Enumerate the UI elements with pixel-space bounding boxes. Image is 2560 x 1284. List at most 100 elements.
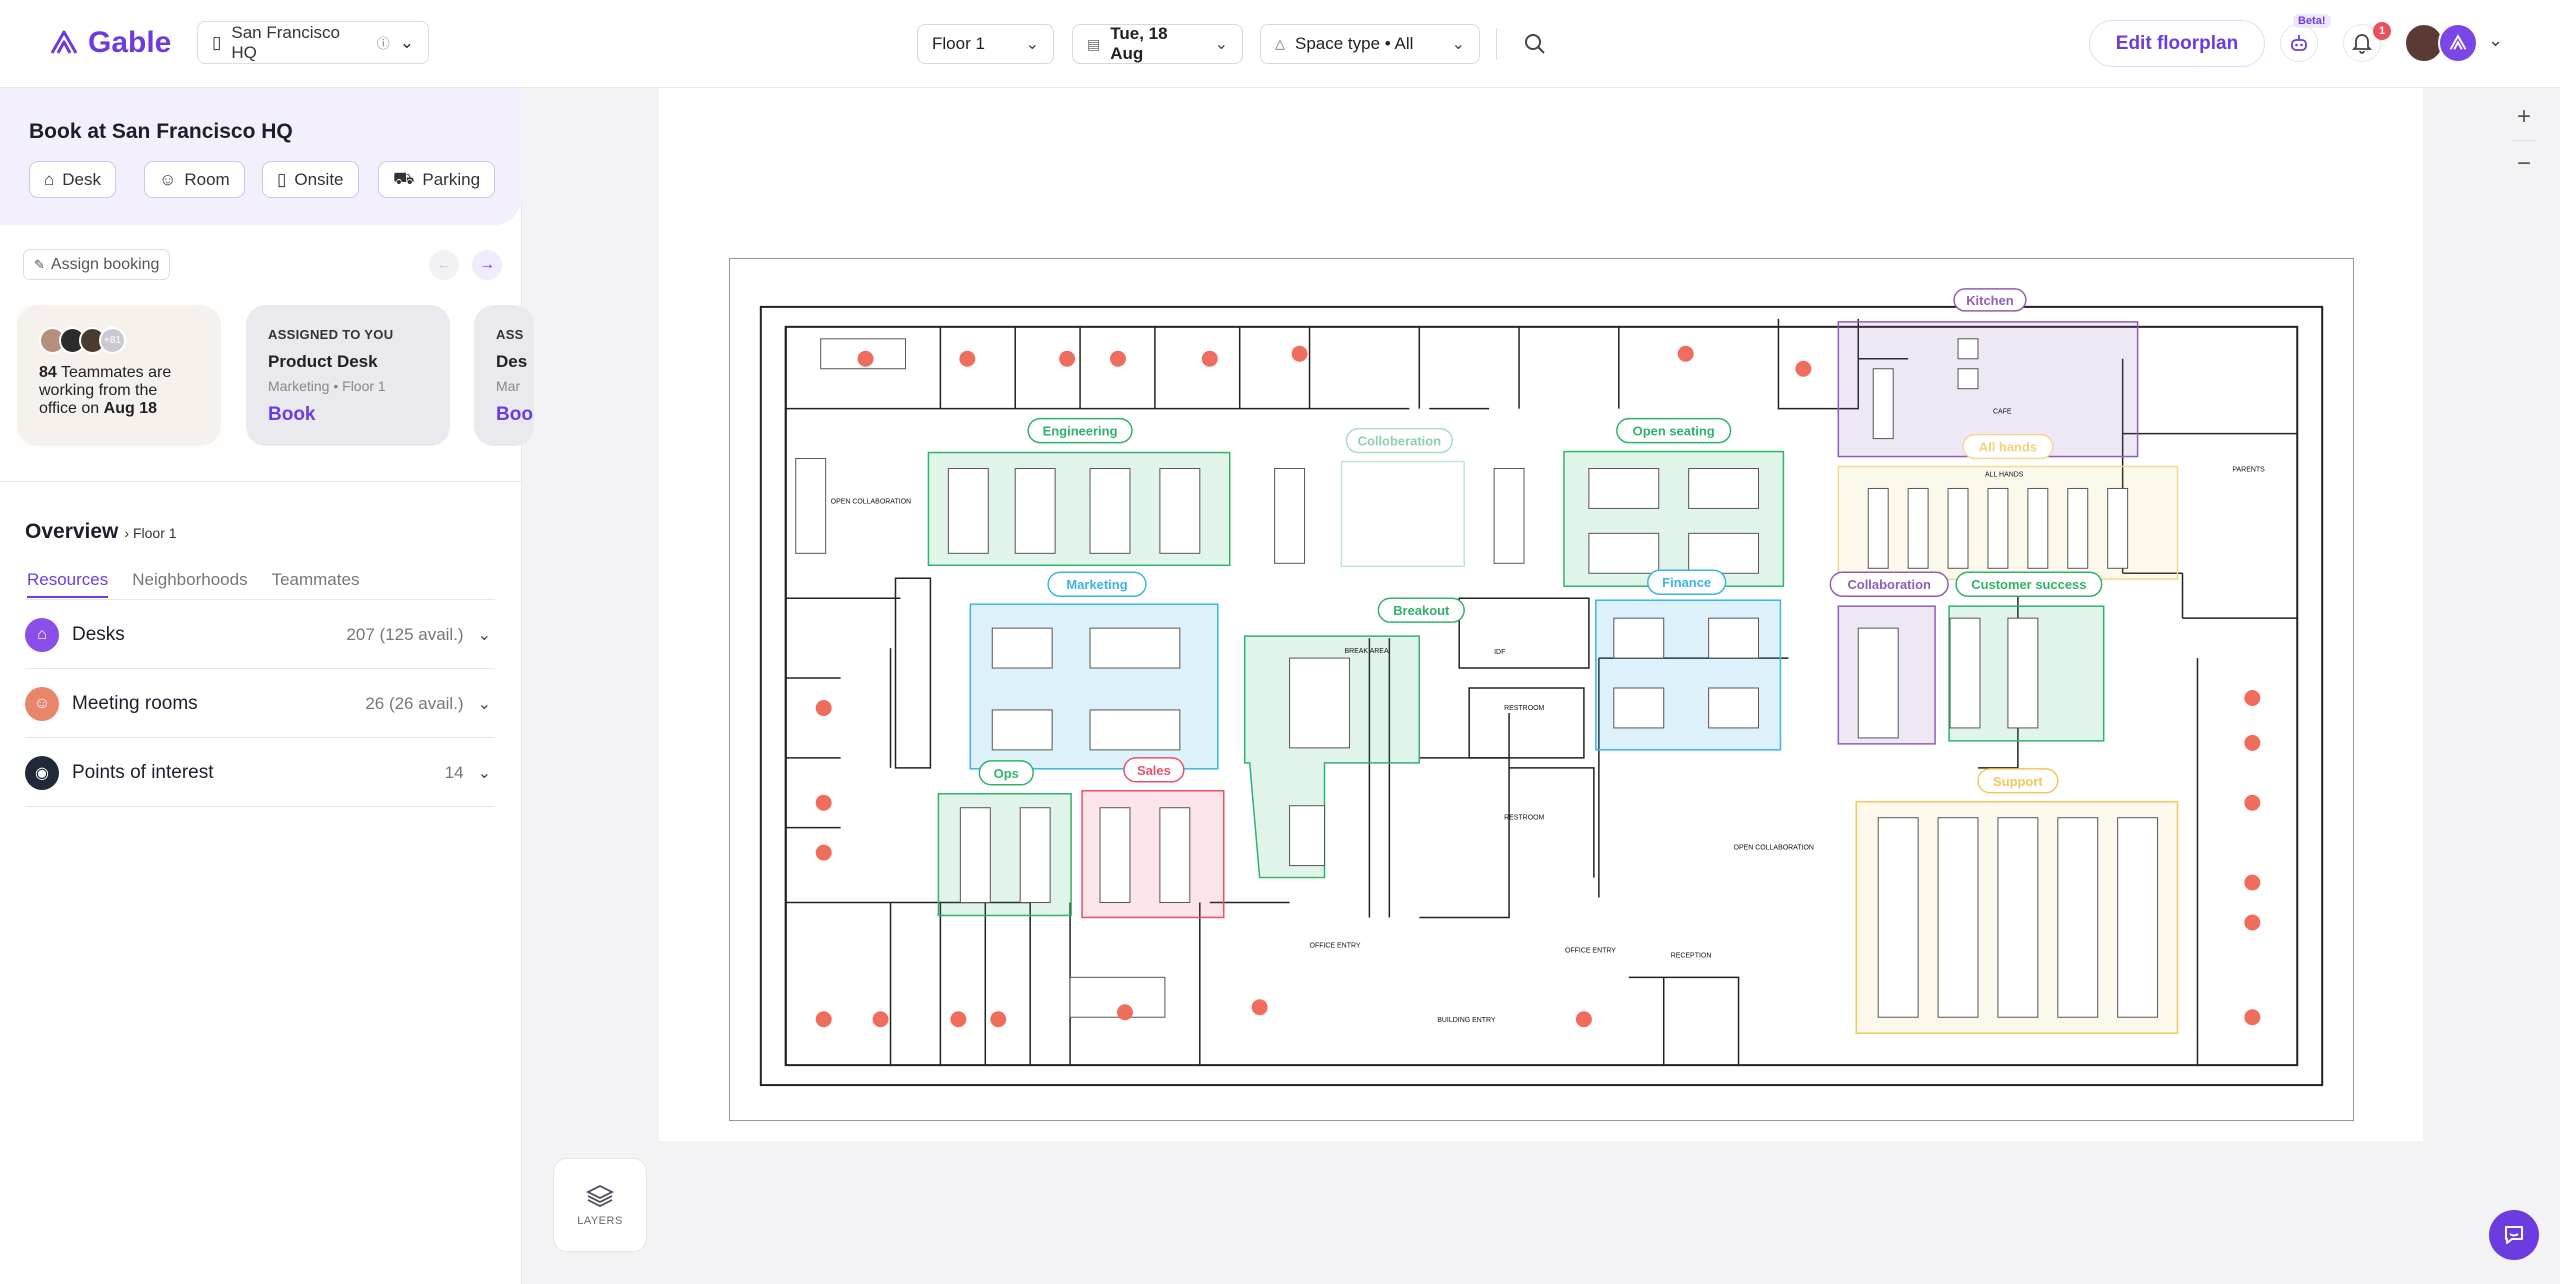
zone-label-sales[interactable]: Sales	[1137, 763, 1171, 778]
book-room-button[interactable]: ☺ Room	[144, 161, 245, 198]
resource-count: 14	[444, 762, 464, 782]
resource-name: Meeting rooms	[72, 692, 198, 714]
zone-collaboration-top[interactable]	[1340, 460, 1465, 568]
zone-label-ops[interactable]: Ops	[994, 766, 1019, 781]
overview-tabs: Resources Neighborhoods Teammates	[27, 570, 359, 598]
label-open-collaboration: OPEN COLLABORATION	[831, 498, 911, 505]
zone-label-customer-success[interactable]: Customer success	[1971, 577, 2086, 592]
gable-logo[interactable]: Gable	[48, 26, 171, 60]
poi-icon: ◉	[25, 755, 59, 790]
edit-floorplan-button[interactable]: Edit floorplan	[2089, 20, 2265, 67]
top-bar: Gable ▯ San Francisco HQ ⓘ ⌄ Floor 1 ⌄ ▤…	[0, 0, 2560, 88]
book-link[interactable]: Boo	[496, 404, 533, 426]
zone-label-support[interactable]: Support	[1993, 774, 2043, 789]
org-logo-icon	[2449, 34, 2467, 50]
label-restroom-2: RESTROOM	[1504, 815, 1544, 822]
book-desk-button[interactable]: ⌂ Desk	[29, 161, 117, 198]
chevron-down-icon: ⌄	[1451, 36, 1465, 53]
zone-label-kitchen[interactable]: Kitchen	[1966, 293, 2014, 308]
info-icon: ⓘ	[376, 36, 390, 51]
divider	[1496, 28, 1497, 60]
chevron-down-icon: ⌄	[477, 626, 491, 644]
assigned-label: ASSIGNED TO YOU	[268, 327, 394, 342]
chair-icon: ⌂	[44, 169, 55, 189]
assigned-card-partial[interactable]: ASS Des Mar Boo	[474, 305, 534, 446]
resource-count: 207 (125 avail.)	[346, 624, 464, 644]
book-parking-button[interactable]: ⛟ Parking	[378, 161, 496, 198]
gable-logo-icon	[50, 30, 78, 54]
bell-icon	[2352, 34, 2372, 54]
book-room-label: Room	[184, 169, 230, 189]
resource-row-meeting-rooms[interactable]: ☺ Meeting rooms 26 (26 avail.) ⌄	[25, 670, 495, 738]
tab-teammates[interactable]: Teammates	[272, 570, 360, 598]
book-desk-link[interactable]: Book	[268, 404, 428, 426]
assigned-desk-card[interactable]: ASSIGNED TO YOU Product Desk Marketing •…	[246, 305, 450, 446]
room-icon: ☺	[159, 169, 177, 189]
book-title: Book at San Francisco HQ	[29, 120, 293, 143]
desk-subtitle: Mar	[496, 378, 521, 394]
label-idf: IDF	[1494, 649, 1505, 656]
zoom-out-button[interactable]: −	[2517, 150, 2531, 178]
search-button[interactable]	[1519, 28, 1551, 60]
support-chat-button[interactable]	[2489, 1210, 2539, 1260]
book-onsite-button[interactable]: ▯ Onsite	[262, 161, 359, 198]
layers-button[interactable]: LAYERS	[553, 1158, 647, 1252]
zone-label-collaboration[interactable]: Collaboration	[1847, 577, 1931, 592]
desk-subtitle: Marketing • Floor 1	[268, 378, 386, 394]
zoom-in-button[interactable]: +	[2517, 103, 2531, 131]
teammates-card[interactable]: +81 84 Teammates are working from the of…	[17, 305, 221, 446]
desk-icon: ⌂	[25, 617, 59, 652]
tab-neighborhoods[interactable]: Neighborhoods	[132, 570, 247, 598]
location-selector[interactable]: ▯ San Francisco HQ ⓘ ⌄	[197, 21, 429, 64]
zone-label-breakout[interactable]: Breakout	[1393, 603, 1450, 618]
resource-name: Points of interest	[72, 761, 214, 783]
zone-label-all-hands[interactable]: All hands	[1979, 440, 2037, 455]
label-parents: PARENTS	[2232, 467, 2265, 474]
more-teammates-badge: +81	[99, 327, 126, 354]
zone-label-marketing[interactable]: Marketing	[1066, 577, 1127, 592]
chevron-down-icon: ⌄	[1214, 36, 1228, 53]
space-type-filter[interactable]: △ Space type • All ⌄	[1260, 24, 1480, 64]
resource-row-desks[interactable]: ⌂ Desks 207 (125 avail.) ⌄	[25, 601, 495, 669]
floorplan-drawing: OPEN COLLABORATION BREAK AREA RESTROOM R…	[759, 288, 2324, 1087]
zone-label-finance[interactable]: Finance	[1662, 575, 1711, 590]
carousel-prev-button[interactable]: ←	[429, 250, 459, 280]
assign-icon: ✎	[34, 256, 45, 272]
room-icon: ☺	[25, 686, 59, 721]
zone-label-collaboration-top[interactable]: Colloberation	[1358, 434, 1442, 449]
tab-resources[interactable]: Resources	[27, 570, 109, 598]
chevron-down-icon: ⌄	[399, 32, 414, 52]
zone-label-engineering[interactable]: Engineering	[1043, 424, 1118, 439]
zone-label-open-seating[interactable]: Open seating	[1633, 424, 1715, 439]
location-name: San Francisco HQ	[231, 22, 341, 62]
account-menu-chevron-icon[interactable]: ⌄	[2488, 30, 2503, 51]
floorplan[interactable]: OPEN COLLABORATION BREAK AREA RESTROOM R…	[729, 258, 2354, 1121]
resource-row-points-of-interest[interactable]: ◉ Points of interest 14 ⌄	[25, 739, 495, 807]
label-all-hands-room: ALL HANDS	[1985, 471, 2024, 478]
teammates-text: 84 Teammates are working from the office…	[39, 364, 199, 418]
assign-booking-button[interactable]: ✎ Assign booking	[23, 249, 171, 280]
date-selector[interactable]: ▤ Tue, 18 Aug ⌄	[1072, 24, 1243, 64]
overview-title: Overview	[25, 520, 119, 543]
assign-booking-label: Assign booking	[50, 255, 160, 273]
date-value: Tue, 18 Aug	[1110, 24, 1168, 63]
car-icon: ⛟	[393, 168, 415, 188]
desk-name: Product Desk	[268, 352, 378, 371]
tabs-underline	[25, 599, 495, 600]
org-avatar[interactable]	[2438, 23, 2478, 63]
label-open-collaboration-center: OPEN COLLABORATION	[1734, 845, 1814, 852]
resource-count: 26 (26 avail.)	[365, 693, 464, 713]
calendar-icon: ▤	[1087, 35, 1101, 52]
book-onsite-label: Onsite	[294, 169, 344, 189]
layers-icon	[586, 1184, 614, 1208]
teammate-avatars: +81	[39, 327, 199, 354]
ai-assistant-button[interactable]	[2280, 24, 2318, 62]
floor-selector[interactable]: Floor 1 ⌄	[917, 24, 1054, 64]
building-icon: ▯	[277, 169, 287, 189]
label-restroom-1: RESTROOM	[1504, 705, 1544, 712]
arrow-right-icon: →	[479, 256, 495, 273]
carousel-next-button[interactable]: →	[472, 250, 502, 280]
overview-breadcrumb: › Floor 1	[124, 525, 177, 541]
book-parking-label: Parking	[422, 169, 481, 189]
zone-ops[interactable]	[937, 793, 1072, 917]
